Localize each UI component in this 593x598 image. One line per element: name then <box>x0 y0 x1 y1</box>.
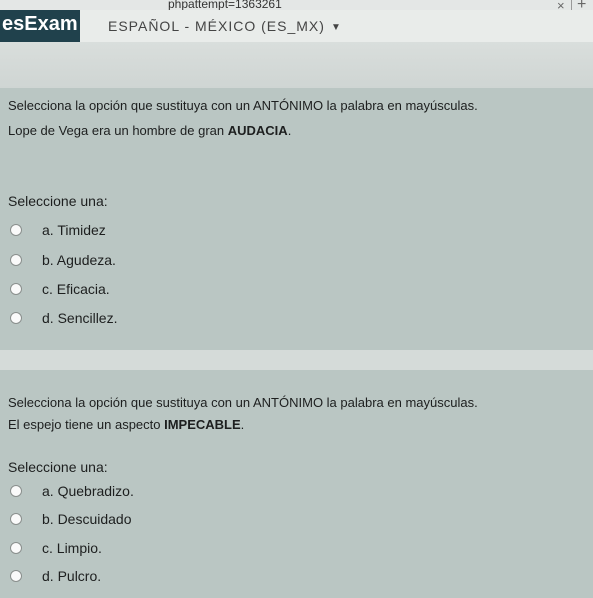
option-label: a. Quebradizo. <box>42 483 134 499</box>
option-label: b. Agudeza. <box>42 252 116 268</box>
question-2-sentence: El espejo tiene un aspecto IMPECABLE. <box>8 417 244 432</box>
radio-button[interactable] <box>10 570 22 582</box>
question-2-prompt: Seleccione una: <box>8 459 108 475</box>
question-2-option-d[interactable]: d. Pulcro. <box>10 566 101 586</box>
question-1-instruction: Selecciona la opción que sustituya con u… <box>8 98 478 113</box>
language-selector[interactable]: ESPAÑOL - MÉXICO (ES_MX) ▼ <box>108 10 342 42</box>
question-1-option-c[interactable]: c. Eficacia. <box>10 279 110 299</box>
question-2-option-b[interactable]: b. Descuidado <box>10 509 132 529</box>
question-2-option-a[interactable]: a. Quebradizo. <box>10 481 134 501</box>
question-1-option-b[interactable]: b. Agudeza. <box>10 250 116 270</box>
radio-button[interactable] <box>10 312 22 324</box>
radio-button[interactable] <box>10 283 22 295</box>
question-1-sentence-text: Lope de Vega era un hombre de gran <box>8 123 228 138</box>
language-label: ESPAÑOL - MÉXICO (ES_MX) <box>108 18 325 34</box>
site-header: esExam ESPAÑOL - MÉXICO (ES_MX) ▼ <box>0 10 593 43</box>
option-label: c. Limpio. <box>42 540 102 556</box>
radio-button[interactable] <box>10 224 22 236</box>
radio-button[interactable] <box>10 254 22 266</box>
question-2-sentence-text: El espejo tiene un aspecto <box>8 417 165 432</box>
radio-button[interactable] <box>10 513 22 525</box>
question-separator <box>0 350 593 370</box>
page-spacer <box>0 42 593 88</box>
question-card-1: Selecciona la opción que sustituya con u… <box>0 88 593 350</box>
question-1-sentence-end: . <box>287 123 292 138</box>
option-label: d. Sencillez. <box>42 310 118 326</box>
option-label: c. Eficacia. <box>42 281 110 297</box>
radio-button[interactable] <box>10 542 22 554</box>
question-2-sentence-end: . <box>240 417 245 432</box>
question-1-sentence: Lope de Vega era un hombre de gran AUDAC… <box>8 123 291 138</box>
question-card-2: Selecciona la opción que sustituya con u… <box>0 370 593 598</box>
question-1-keyword: AUDACIA <box>227 123 288 138</box>
option-label: b. Descuidado <box>42 511 132 527</box>
question-2-option-c[interactable]: c. Limpio. <box>10 538 102 558</box>
option-label: d. Pulcro. <box>42 568 102 584</box>
question-2-keyword: IMPECABLE <box>164 417 241 432</box>
radio-button[interactable] <box>10 485 22 497</box>
question-2-instruction: Selecciona la opción que sustituya con u… <box>8 395 478 410</box>
option-label: a. Timidez <box>42 222 106 238</box>
question-1-option-d[interactable]: d. Sencillez. <box>10 308 117 328</box>
question-1-prompt: Seleccione una: <box>8 193 108 209</box>
question-1-option-a[interactable]: a. Timidez <box>10 220 106 240</box>
caret-down-icon: ▼ <box>330 22 342 33</box>
browser-url-bar[interactable]: phpattempt=1363261 × + <box>0 0 593 13</box>
site-logo[interactable]: esExam <box>0 10 80 42</box>
